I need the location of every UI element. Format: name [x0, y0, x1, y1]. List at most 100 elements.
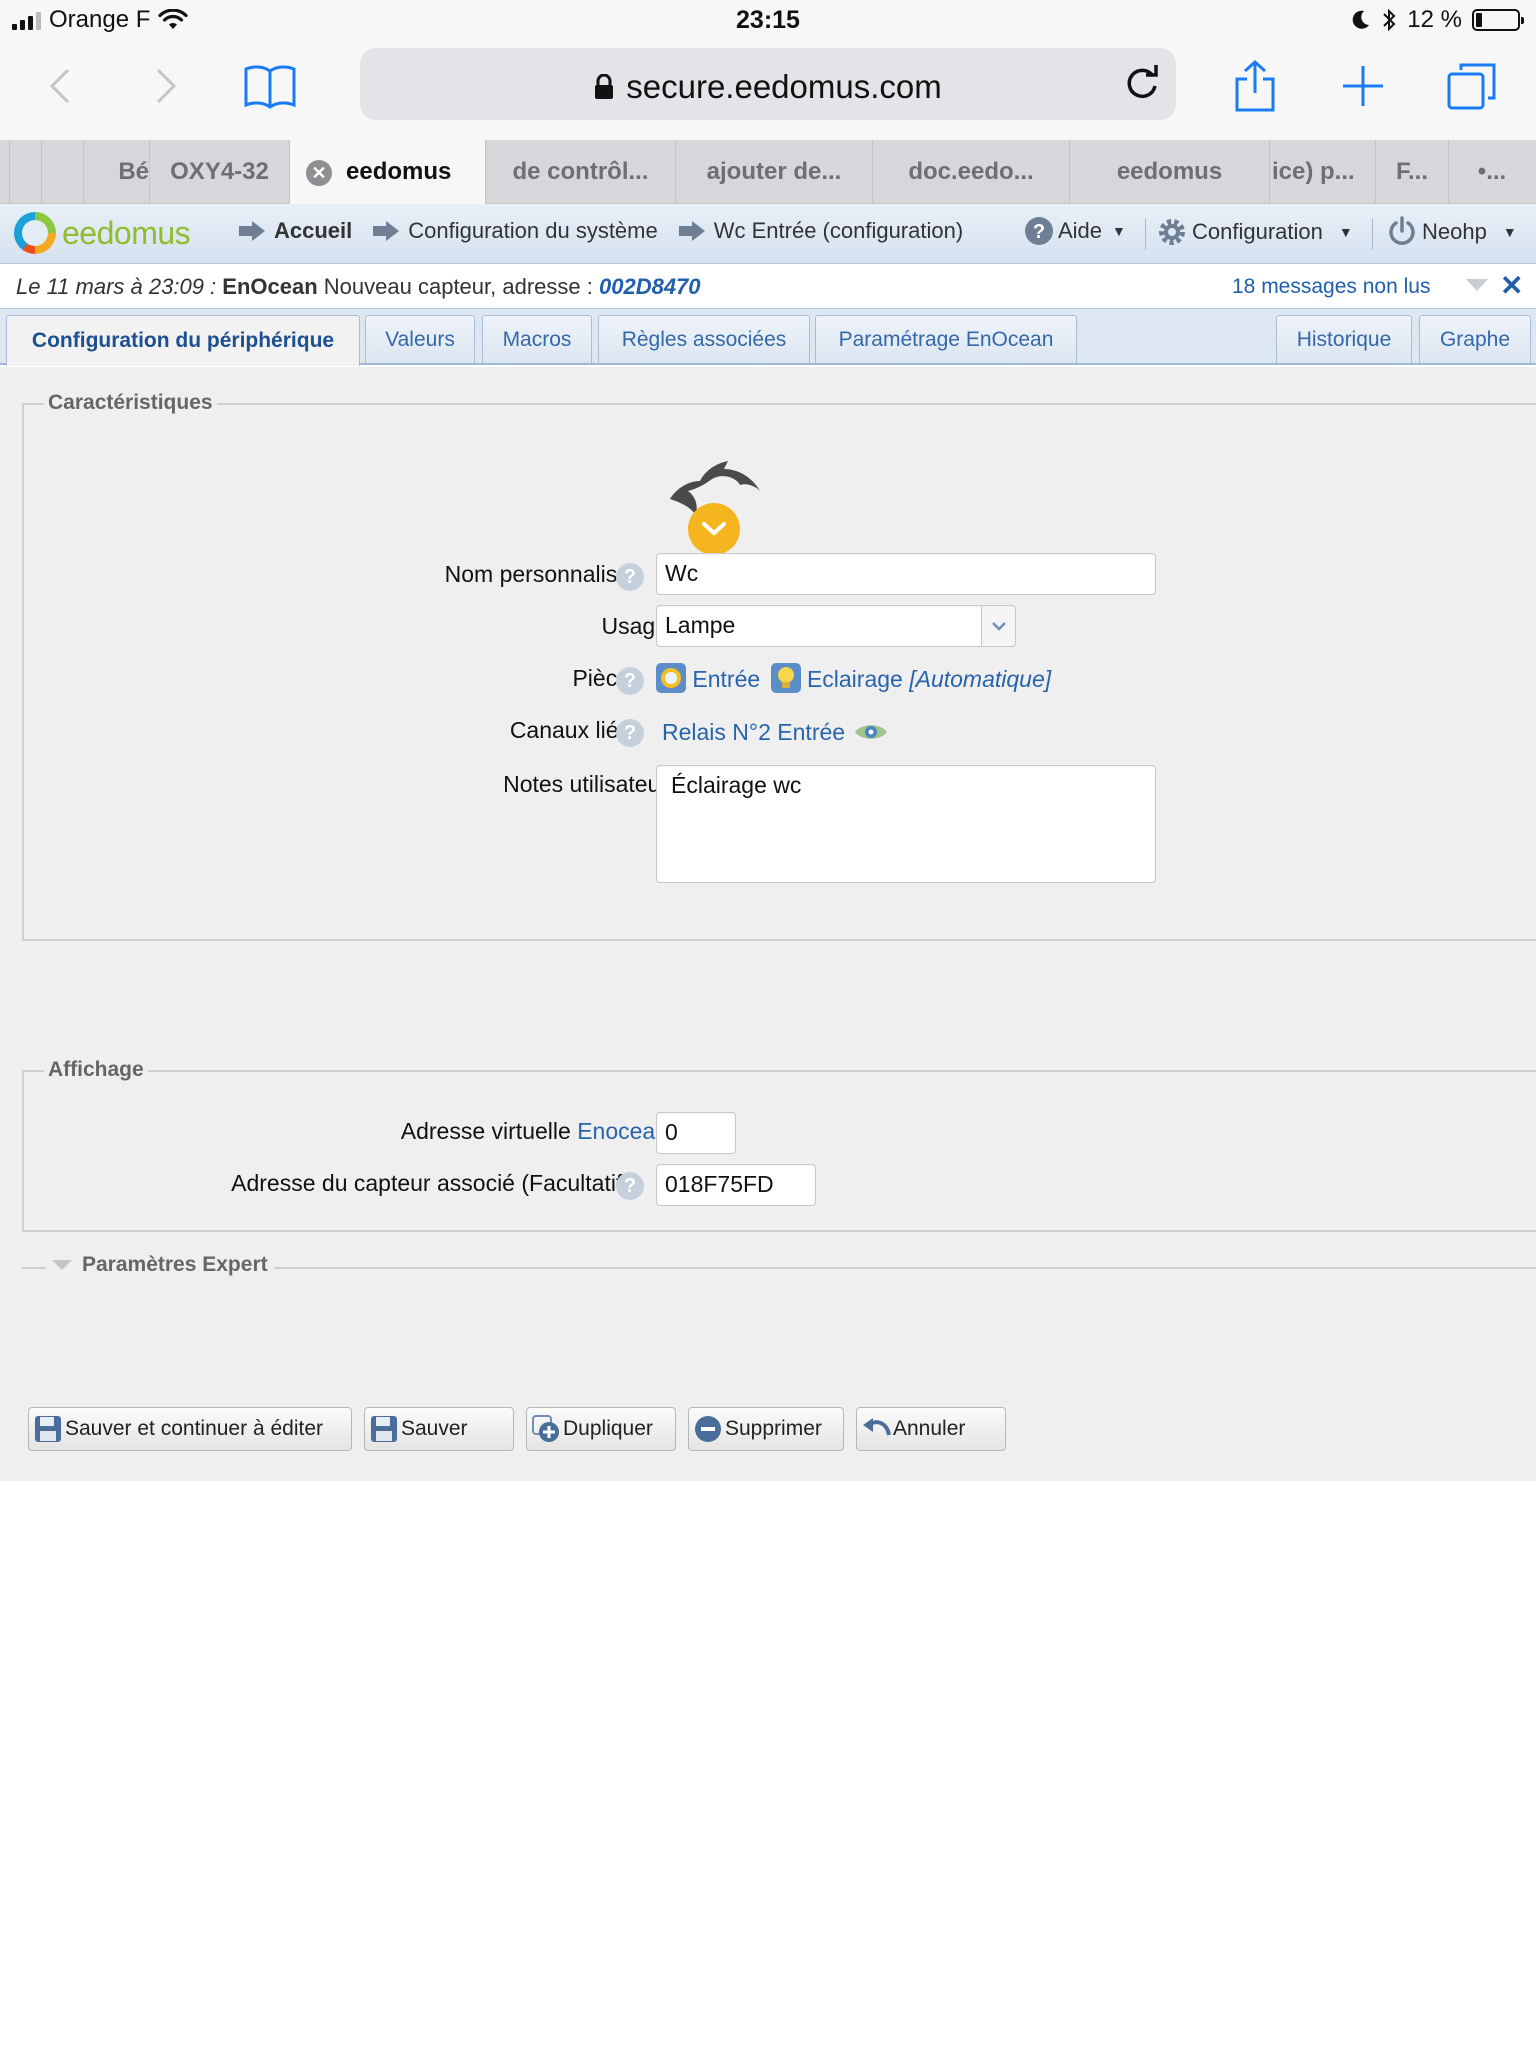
browser-tab[interactable]: ice) p...	[1270, 140, 1376, 204]
usage-link[interactable]: Eclairage	[807, 666, 903, 692]
user-menu-label: Neohp	[1422, 219, 1487, 244]
browser-tab[interactable]: de contrôl...	[486, 140, 676, 204]
close-icon[interactable]: ✕	[1500, 269, 1523, 302]
button-label: Dupliquer	[563, 1417, 653, 1440]
arrow-right-icon	[678, 221, 705, 241]
usage-label: Usage	[601, 613, 668, 639]
address-bar[interactable]: secure.eedomus.com	[360, 48, 1176, 120]
browser-tab[interactable]: Bé	[84, 140, 150, 204]
help-icon[interactable]: ?	[616, 563, 644, 591]
app-header: eedomus Accueil Configuration du système…	[0, 204, 1536, 264]
virtual-address-label: Adresse virtuelle Enocean	[184, 1118, 668, 1145]
sensor-address-input[interactable]: 018F75FD	[656, 1164, 816, 1206]
expert-section-toggle[interactable]: Paramètres Expert	[46, 1253, 274, 1277]
notification-address[interactable]: 002D8470	[599, 274, 701, 299]
main-content: Caractéristiques Nom personnalisé ? Wc U…	[0, 367, 1536, 1481]
tab-values[interactable]: Valeurs	[365, 315, 475, 363]
auto-link[interactable]: [Automatique]	[909, 666, 1051, 692]
characteristics-section: Caractéristiques Nom personnalisé ? Wc U…	[22, 391, 1536, 941]
browser-tab-label: de contrôl...	[512, 158, 649, 185]
eedomus-logo[interactable]: eedomus	[14, 212, 191, 254]
breadcrumb-home[interactable]: Accueil	[238, 218, 352, 244]
delete-button[interactable]: Supprimer	[688, 1407, 844, 1451]
help-menu[interactable]: ? Aide ▼	[1024, 216, 1126, 246]
bookmarks-icon[interactable]	[240, 56, 300, 116]
header-divider	[1145, 218, 1146, 250]
floppy-icon	[369, 1414, 399, 1444]
help-icon[interactable]: ?	[616, 667, 644, 695]
undo-icon	[861, 1414, 891, 1444]
button-label: Annuler	[893, 1417, 966, 1440]
tabs-icon[interactable]	[1442, 56, 1502, 116]
cancel-button[interactable]: Annuler	[856, 1407, 1006, 1451]
lock-icon	[595, 74, 614, 99]
expand-down-icon[interactable]	[1466, 279, 1488, 291]
browser-tab[interactable]: eedomus	[1070, 140, 1270, 204]
tab-rules[interactable]: Règles associées	[598, 315, 810, 363]
browser-tab[interactable]: F...	[1376, 140, 1449, 204]
notes-label: Notes utilisateur	[503, 771, 668, 797]
browser-tab-label: F...	[1395, 158, 1428, 185]
notification-text: Nouveau capteur, adresse :	[323, 274, 593, 299]
gear-icon	[1159, 219, 1185, 245]
browser-tab-label: ice) p...	[1272, 158, 1355, 185]
browser-tab[interactable]	[42, 140, 84, 204]
tab-macros[interactable]: Macros	[482, 315, 592, 363]
virtual-address-input[interactable]: 0	[656, 1112, 736, 1154]
section-legend: Affichage	[44, 1058, 148, 1082]
tab-device-config[interactable]: Configuration du périphérique	[6, 315, 360, 366]
browser-tab-label: ajouter de...	[706, 158, 842, 185]
chevron-down-icon[interactable]	[982, 605, 1016, 647]
url-display: secure.eedomus.com	[360, 68, 1176, 106]
config-menu[interactable]: Configuration ▼	[1156, 216, 1353, 248]
notes-textarea[interactable]: Éclairage wc	[656, 765, 1156, 883]
enocean-link[interactable]: Enocean	[577, 1118, 668, 1144]
button-label: Supprimer	[725, 1417, 822, 1440]
breadcrumb-label: Configuration du système	[408, 218, 658, 243]
notification-source: EnOcean	[222, 274, 318, 299]
unread-messages-link[interactable]: 18 messages non lus	[1232, 275, 1430, 299]
save-button[interactable]: Sauver	[364, 1407, 514, 1451]
chevron-down-icon: ▼	[1112, 223, 1126, 239]
url-text: secure.eedomus.com	[626, 68, 942, 105]
arrow-right-icon	[373, 221, 400, 241]
browser-tab[interactable]	[10, 140, 42, 204]
tab-enocean-settings[interactable]: Paramétrage EnOcean	[815, 315, 1077, 363]
usage-select[interactable]: Lampe	[656, 605, 982, 647]
forward-icon[interactable]	[136, 56, 196, 116]
save-continue-button[interactable]: Sauver et continuer à éditer	[28, 1407, 352, 1451]
moon-icon	[1353, 10, 1370, 29]
name-input[interactable]: Wc	[656, 553, 1156, 595]
new-tab-icon[interactable]	[1333, 56, 1393, 116]
browser-tab-active[interactable]: ✕ eedomus	[290, 140, 486, 204]
browser-tab[interactable]: doc.eedo...	[873, 140, 1070, 204]
browser-tab-label: eedomus	[1116, 158, 1223, 185]
breadcrumb-system[interactable]: Configuration du système	[372, 218, 658, 244]
room-label: Pièce	[572, 665, 630, 691]
eye-icon[interactable]	[853, 720, 889, 744]
device-icon	[666, 451, 776, 561]
channel-link[interactable]: Relais N°2 Entrée	[662, 719, 845, 745]
logo-ring-icon	[14, 212, 56, 254]
room-link[interactable]: Entrée	[692, 666, 760, 692]
share-icon[interactable]	[1225, 56, 1285, 116]
breadcrumb-device[interactable]: Wc Entrée (configuration)	[678, 218, 963, 244]
tab-history[interactable]: Historique	[1276, 315, 1412, 363]
user-menu[interactable]: Neohp ▼	[1386, 216, 1517, 248]
back-icon[interactable]	[30, 56, 90, 116]
header-divider	[1372, 218, 1373, 250]
browser-tab[interactable]: •...	[1449, 140, 1535, 204]
arrow-right-icon	[239, 221, 265, 241]
duplicate-button[interactable]: Dupliquer	[526, 1407, 676, 1451]
help-icon[interactable]: ?	[616, 1172, 644, 1200]
browser-tab[interactable]: OXY4-32	[150, 140, 290, 204]
browser-tab-label: Bé	[118, 158, 149, 185]
tab-graph[interactable]: Graphe	[1419, 315, 1531, 363]
display-section: Affichage Adresse virtuelle Enocean 0 Ad…	[22, 1058, 1536, 1232]
browser-tab[interactable]	[0, 140, 10, 204]
browser-tab[interactable]: ajouter de...	[676, 140, 873, 204]
close-tab-icon[interactable]: ✕	[306, 160, 332, 186]
help-icon[interactable]: ?	[616, 719, 644, 747]
add-copy-icon	[531, 1414, 561, 1444]
reload-icon[interactable]	[1122, 62, 1162, 107]
